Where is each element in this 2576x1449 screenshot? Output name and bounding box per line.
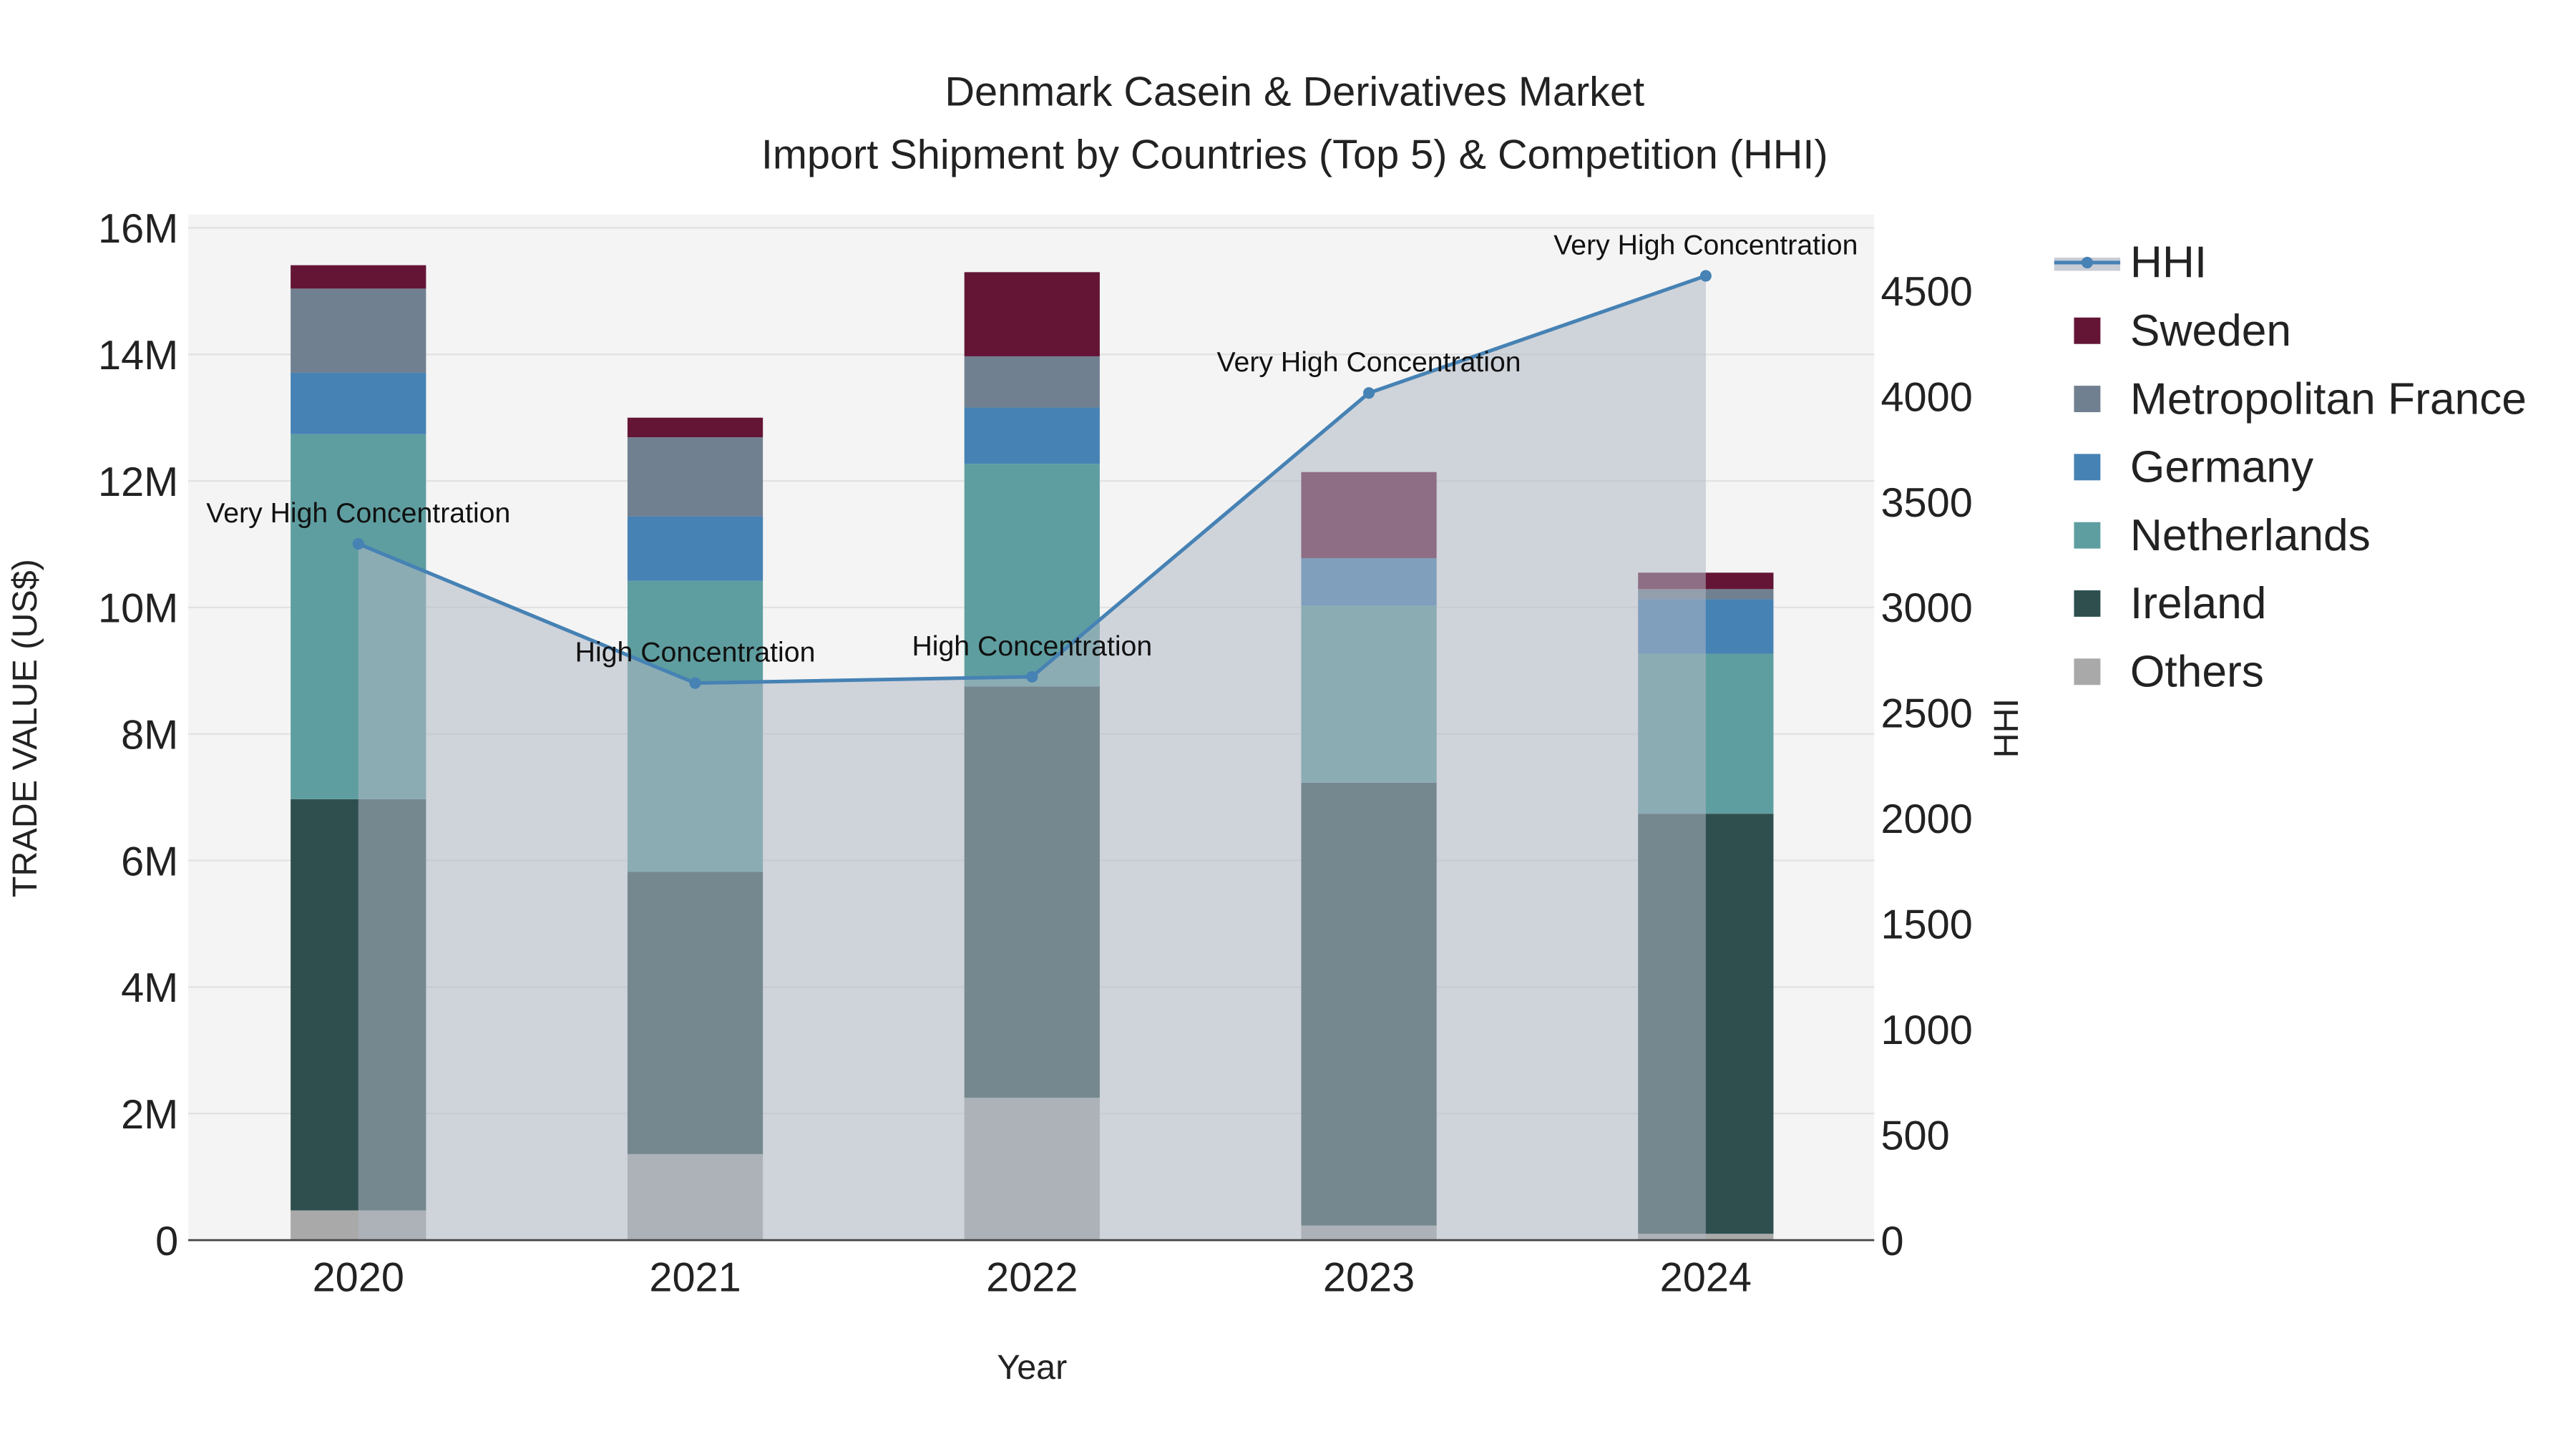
- y2-tick-label: 4500: [1880, 269, 1972, 315]
- x-tick-label: 2021: [649, 1255, 741, 1301]
- bar-germany-2020: [291, 372, 426, 434]
- legend-label: Ireland: [2130, 579, 2266, 628]
- hhi-annotation: High Concentration: [575, 637, 816, 668]
- chart: Denmark Casein & Derivatives Market Impo…: [6, 69, 2527, 1387]
- legend-label: Metropolitan France: [2130, 374, 2527, 424]
- bar-metropolitan-france-2020: [291, 288, 426, 373]
- legend-label: Others: [2130, 648, 2264, 697]
- legend-swatch-others: [2074, 658, 2101, 686]
- bar-germany-2022: [964, 407, 1100, 464]
- y-tick-label: 8M: [121, 713, 178, 758]
- x-tick-label: 2023: [1323, 1255, 1415, 1301]
- y2-tick-label: 0: [1880, 1219, 1903, 1264]
- hhi-annotation: Very High Concentration: [206, 497, 510, 529]
- y2-tick-label: 1000: [1880, 1008, 1972, 1053]
- legend-label: Sweden: [2130, 306, 2291, 356]
- x-axis-label: Year: [997, 1348, 1067, 1387]
- y2-tick-label: 3500: [1880, 480, 1972, 526]
- bar-sweden-2022: [964, 272, 1100, 356]
- hhi-point-2022: [1026, 670, 1038, 683]
- legend-label: Germany: [2130, 443, 2314, 492]
- y2-tick-label: 500: [1880, 1113, 1949, 1158]
- bar-sweden-2021: [627, 417, 763, 438]
- hhi-point-2023: [1363, 387, 1375, 399]
- legend-swatch-sweden: [2074, 317, 2101, 344]
- legend-label: HHI: [2130, 238, 2207, 288]
- hhi-annotation: Very High Concentration: [1553, 230, 1858, 261]
- y-tick-label: 4M: [121, 965, 178, 1011]
- chart-subtitle: Import Shipment by Countries (Top 5) & C…: [761, 132, 1828, 177]
- x-tick-label: 2020: [313, 1255, 404, 1301]
- y-tick-label: 0: [155, 1219, 178, 1264]
- legend-swatch-metropolitan-france: [2074, 386, 2101, 412]
- x-tick-label: 2022: [986, 1255, 1078, 1301]
- y2-tick-label: 4000: [1880, 374, 1972, 420]
- y-tick-label: 10M: [98, 586, 178, 632]
- x-tick-label: 2024: [1660, 1255, 1752, 1301]
- y-axis-label: TRADE VALUE (US$): [6, 559, 44, 897]
- hhi-annotation: Very High Concentration: [1217, 346, 1521, 378]
- y-tick-label: 16M: [98, 206, 178, 252]
- bar-metropolitan-france-2022: [964, 356, 1100, 408]
- bar-germany-2021: [627, 516, 763, 581]
- y2-tick-label: 3000: [1880, 585, 1972, 631]
- hhi-point-2024: [1699, 270, 1712, 282]
- y2-tick-label: 2500: [1880, 691, 1972, 737]
- hhi-point-2021: [689, 677, 701, 689]
- hhi-annotation: High Concentration: [912, 630, 1152, 662]
- legend-hhi-marker: [2081, 256, 2093, 268]
- y2-axis-label: HHI: [1987, 698, 2026, 758]
- legend-swatch-germany: [2074, 454, 2101, 481]
- y-tick-label: 14M: [98, 333, 178, 379]
- y-tick-label: 12M: [98, 459, 178, 505]
- legend-label: Netherlands: [2130, 511, 2371, 560]
- y-tick-label: 2M: [121, 1092, 178, 1138]
- legend-swatch-ireland: [2074, 590, 2101, 617]
- y2-tick-label: 1500: [1880, 902, 1972, 948]
- y-tick-label: 6M: [121, 839, 178, 884]
- bar-sweden-2020: [291, 265, 426, 289]
- bar-metropolitan-france-2021: [627, 437, 763, 517]
- legend-swatch-netherlands: [2074, 522, 2101, 549]
- chart-title: Denmark Casein & Derivatives Market: [945, 69, 1644, 115]
- y2-tick-label: 2000: [1880, 796, 1972, 842]
- hhi-point-2020: [352, 537, 364, 550]
